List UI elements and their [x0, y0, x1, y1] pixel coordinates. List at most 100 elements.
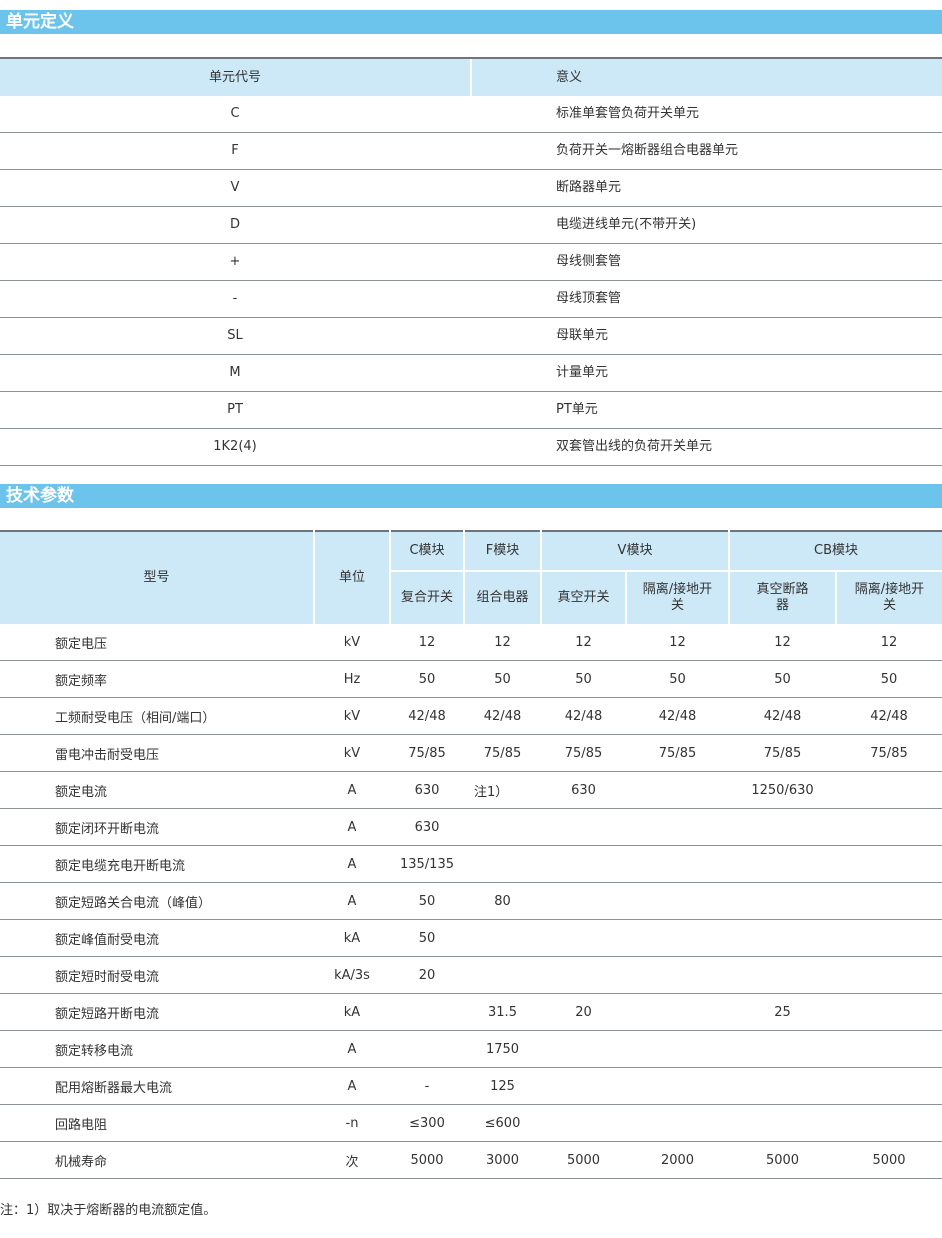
parameter-unit: kV: [314, 734, 390, 772]
parameter-value: 125: [464, 1067, 541, 1105]
unit-meaning: 母线侧套管: [556, 254, 622, 269]
parameter-unit: -n: [314, 1104, 390, 1142]
parameter-value: [729, 845, 836, 883]
parameter-value: 1750: [464, 1030, 541, 1068]
parameter-value: [836, 919, 942, 957]
parameter-unit: A: [314, 882, 390, 920]
parameter-value: 630: [541, 771, 626, 809]
parameter-value: [626, 1067, 729, 1105]
parameter-unit: Hz: [314, 660, 390, 698]
parameter-value: 50: [464, 660, 541, 698]
header-v-module: V模块: [541, 530, 730, 571]
parameter-value: [541, 808, 626, 846]
parameter-value: 75/85: [626, 734, 729, 772]
table-row: F 负荷开关一熔断器组合电器单元: [0, 133, 942, 170]
parameter-value: [390, 1030, 464, 1068]
table-row: 回路电阻 -n ≤300 ≤600: [0, 1104, 942, 1142]
unit-meaning: 电缆进线单元(不带开关): [556, 217, 697, 232]
parameter-value: [464, 919, 541, 957]
parameter-value: [626, 993, 729, 1031]
parameter-value: [836, 845, 942, 883]
table-row: 配用熔断器最大电流 A -125: [0, 1067, 942, 1105]
table-row: 机械寿命次 5000 3000 5000 2000 5000 5000: [0, 1141, 942, 1179]
parameter-name: 配用熔断器最大电流: [0, 1067, 314, 1105]
table-row: D 电缆进线单元(不带开关): [0, 207, 942, 244]
parameter-value: 42/48: [626, 697, 729, 735]
table-row: 额定电流 A 630 注1） 630 1250/630: [0, 771, 942, 809]
parameter-unit: A: [314, 845, 390, 883]
parameter-unit: A: [314, 808, 390, 846]
parameter-name: 额定频率: [0, 660, 314, 698]
parameter-value: [626, 1030, 729, 1068]
table-row: 额定电缆充电开断电流 A 135/135: [0, 845, 942, 883]
parameter-name: 额定闭环开断电流: [0, 808, 314, 846]
parameter-name: 额定电流: [0, 771, 314, 809]
parameter-unit: kV: [314, 624, 390, 661]
parameter-value: [464, 845, 541, 883]
parameter-value: [836, 1104, 942, 1142]
parameter-value: 75/85: [836, 734, 942, 772]
parameter-value: [626, 845, 729, 883]
parameter-value: [836, 771, 942, 809]
table-row: 额定闭环开断电流 A 630: [0, 808, 942, 846]
parameter-value: [541, 919, 626, 957]
parameter-value: 630: [390, 771, 464, 809]
parameter-value: 12: [464, 624, 541, 661]
parameter-value: -: [390, 1067, 464, 1105]
parameter-unit: kV: [314, 697, 390, 735]
parameter-name: 雷电冲击耐受电压: [0, 734, 314, 772]
parameter-value: [626, 882, 729, 920]
table-row: - 母线顶套管: [0, 281, 942, 318]
header-unit-code: 单元代号: [208, 70, 261, 85]
subheader-isolating-earthing-switch-cb: 隔离/接地开关: [836, 570, 942, 624]
subheader-vacuum-circuit-breaker: 真空断路器: [729, 570, 837, 624]
parameter-value: 注1）: [464, 771, 541, 809]
parameter-value: [836, 882, 942, 920]
table-row: 额定频率 Hz 50 50 50 50 50 50: [0, 660, 942, 698]
parameter-value: 75/85: [464, 734, 541, 772]
parameter-value: 50: [390, 919, 464, 957]
unit-code: F: [231, 143, 239, 158]
unit-code: +: [229, 254, 241, 269]
table-header: 单元代号 意义: [0, 57, 942, 96]
parameter-value: [729, 956, 836, 994]
table-row: PT PT单元: [0, 392, 942, 429]
parameter-value: [541, 1030, 626, 1068]
parameter-unit: 次: [314, 1141, 390, 1179]
parameter-name: 额定短时耐受电流: [0, 956, 314, 994]
subheader-vacuum-switch: 真空开关: [541, 570, 627, 624]
technical-parameters-table: 型号 单位 C模块 F模块 V模块 CB模块 复合开关 组合电器 真空开关 隔离…: [0, 530, 942, 1179]
parameter-value: [836, 808, 942, 846]
parameter-unit: A: [314, 1067, 390, 1105]
parameter-value: 42/48: [729, 697, 836, 735]
parameter-value: 12: [541, 624, 626, 661]
unit-code: PT: [227, 402, 243, 417]
unit-meaning: 双套管出线的负荷开关单元: [556, 439, 713, 454]
parameter-value: [626, 1104, 729, 1142]
parameter-name: 额定峰值耐受电流: [0, 919, 314, 957]
parameter-unit: A: [314, 771, 390, 809]
subheader-combination-apparatus: 组合电器: [464, 570, 542, 624]
parameter-value: 50: [390, 882, 464, 920]
unit-meaning: 母线顶套管: [556, 291, 622, 306]
parameter-value: 42/48: [836, 697, 942, 735]
parameter-value: [541, 845, 626, 883]
parameter-value: [626, 956, 729, 994]
parameter-value: 80: [464, 882, 541, 920]
parameter-value: 20: [541, 993, 626, 1031]
parameter-name: 额定转移电流: [0, 1030, 314, 1068]
parameter-value: [464, 956, 541, 994]
parameter-value: [541, 956, 626, 994]
unit-definition-table: 单元代号 意义 C 标准单套管负荷开关单元 F 负荷开关一熔断器组合电器单元 V 断路器单…: [0, 57, 942, 466]
table-row: 1K2(4) 双套管出线的负荷开关单元: [0, 429, 942, 466]
header-meaning: 意义: [556, 70, 583, 85]
parameter-value: 50: [836, 660, 942, 698]
parameter-value: 12: [729, 624, 836, 661]
header-cb-module: CB模块: [729, 530, 942, 571]
parameter-value: 12: [836, 624, 942, 661]
parameter-value: 5000: [390, 1141, 464, 1179]
parameter-value: [836, 993, 942, 1031]
parameter-value: [729, 882, 836, 920]
header-c-module: C模块: [390, 530, 465, 571]
parameter-unit: kA: [314, 993, 390, 1031]
